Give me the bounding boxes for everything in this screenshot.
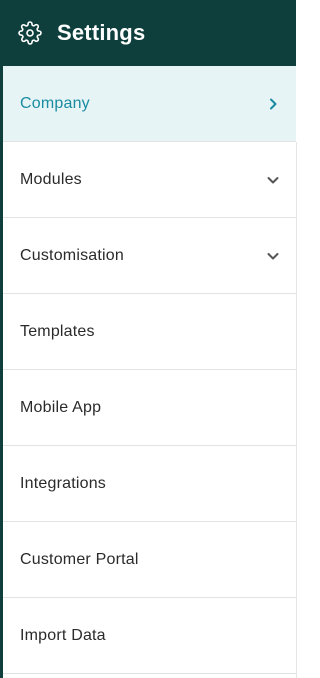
menu-item-label: Modules — [20, 170, 82, 188]
menu-item-integrations[interactable]: Integrations — [3, 446, 296, 522]
menu-item-label: Company — [20, 94, 90, 112]
menu-item-company[interactable]: Company — [3, 66, 296, 142]
divider — [296, 142, 297, 678]
menu-item-customer-portal[interactable]: Customer Portal — [3, 522, 296, 598]
menu-item-label: Integrations — [20, 474, 107, 492]
chevron-right-icon — [266, 97, 280, 111]
chevron-down-icon — [266, 173, 280, 187]
menu-item-customisation[interactable]: Customisation — [3, 218, 296, 294]
page-title: Settings — [57, 20, 146, 45]
gear-icon — [18, 21, 42, 45]
menu-item-modules[interactable]: Modules — [3, 142, 296, 218]
menu-item-label: Mobile App — [20, 398, 102, 416]
menu-item-import-data[interactable]: Import Data — [3, 598, 296, 674]
menu-item-label: Customer Portal — [20, 550, 139, 568]
settings-panel: Settings Company Modules Customisation T… — [0, 0, 300, 678]
right-edge — [296, 0, 300, 678]
menu-item-label: Import Data — [20, 626, 106, 644]
menu-item-label: Templates — [20, 322, 95, 340]
menu-item-templates[interactable]: Templates — [3, 294, 296, 370]
settings-menu: Company Modules Customisation Templates … — [3, 66, 296, 674]
menu-item-mobile-app[interactable]: Mobile App — [3, 370, 296, 446]
menu-item-label: Customisation — [20, 246, 124, 264]
chevron-down-icon — [266, 249, 280, 263]
settings-header: Settings — [0, 0, 296, 66]
